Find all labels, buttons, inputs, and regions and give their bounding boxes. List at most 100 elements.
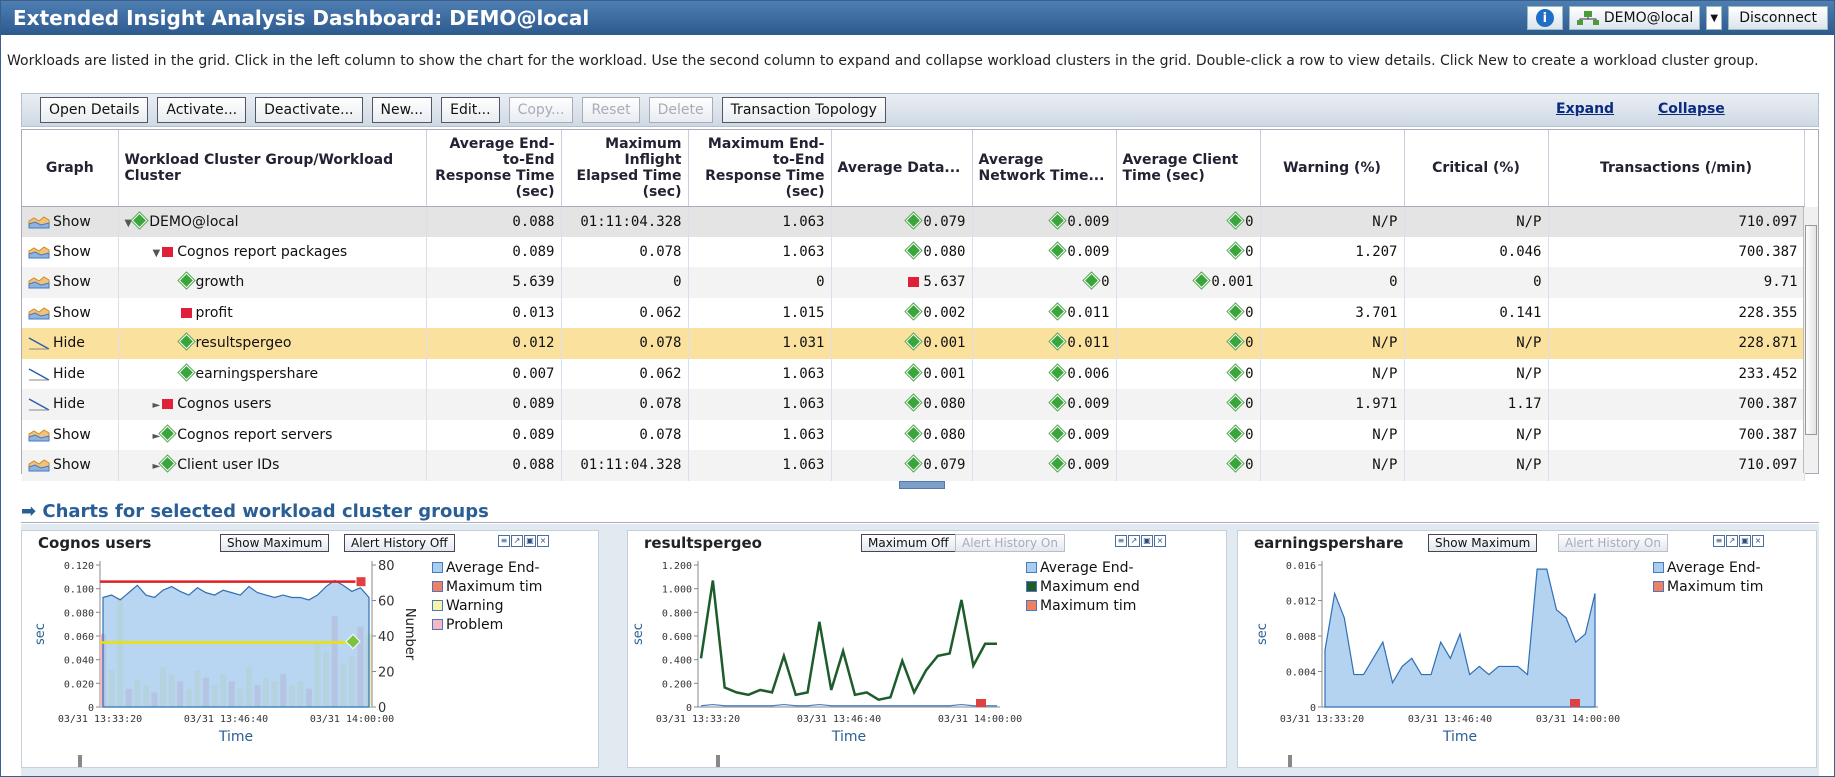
column-header-warning[interactable]: Warning (%) (1260, 130, 1405, 207)
avg-client-cell: 0 (1116, 328, 1261, 359)
workload-name-cell[interactable]: profit (118, 297, 427, 328)
avg-network-cell: 0.011 (972, 297, 1117, 328)
column-header-max-inflight[interactable]: Maximum Inflight Elapsed Time (sec) (561, 130, 689, 207)
reset-button[interactable]: Reset (582, 97, 640, 123)
table-row[interactable]: Show ▼ Cognos report packages 0.089 0.078 1.0… (22, 236, 1805, 267)
info-button[interactable]: i (1526, 6, 1563, 30)
table-row[interactable]: Hide ► Cognos users 0.089 0.078 1.063 0.080 0.0… (22, 389, 1805, 420)
expand-link[interactable]: Expand (1556, 101, 1614, 117)
scrollbar-thumb[interactable] (1805, 225, 1817, 435)
workload-name: resultspergeo (195, 335, 292, 352)
collapse-arrow-icon[interactable]: ▼ (153, 248, 161, 259)
max-e2e-cell: 0 (688, 267, 832, 298)
close-icon[interactable]: × (1154, 535, 1166, 547)
column-header-graph[interactable]: Graph (22, 130, 119, 207)
avg-network-cell: 0 (972, 267, 1117, 298)
panel-resize-grip[interactable] (1288, 755, 1292, 767)
column-header-critical[interactable]: Critical (%) (1404, 130, 1549, 207)
workload-name-cell[interactable]: ► Cognos users (118, 389, 427, 420)
popout-icon[interactable]: ↗ (1128, 535, 1140, 547)
popout-icon[interactable]: ↗ (1726, 535, 1738, 547)
pane-splitter-handle[interactable] (899, 481, 945, 489)
status-ok-icon (906, 333, 922, 350)
alert-history-button[interactable]: Alert History On (955, 534, 1065, 552)
max-e2e-cell: 1.063 (688, 419, 832, 450)
system-selector[interactable]: DEMO@local (1568, 6, 1701, 30)
activate-button[interactable]: Activate... (157, 97, 247, 123)
y-tick-label: 1.000 (662, 585, 692, 596)
critical-cell: 1.17 (1404, 389, 1549, 420)
close-icon[interactable]: × (537, 535, 549, 547)
properties-icon[interactable]: ≡ (1713, 535, 1725, 547)
workload-name-cell[interactable]: growth (118, 267, 427, 298)
column-header-workload[interactable]: Workload Cluster Group/Workload Cluster (118, 130, 427, 207)
workload-name-cell[interactable]: ► Cognos report servers (118, 419, 427, 450)
table-row[interactable]: Hide resultspergeo 0.012 0.078 1.031 0.001 0.0… (22, 328, 1805, 359)
column-header-avg-client[interactable]: Average Client Time (sec) (1116, 130, 1261, 207)
max-inflight-cell: 0.078 (561, 389, 689, 420)
expand-arrow-icon[interactable]: ► (153, 400, 161, 411)
maximize-icon[interactable]: ▣ (1739, 535, 1751, 547)
table-row[interactable]: Show profit 0.013 0.062 1.015 0.002 0.011 0 3.70… (22, 297, 1805, 328)
maximize-icon[interactable]: ▣ (1141, 535, 1153, 547)
collapse-link[interactable]: Collapse (1658, 101, 1725, 117)
column-header-transactions[interactable]: Transactions (/min) (1548, 130, 1805, 207)
graph-toggle-cell[interactable]: Hide (22, 328, 119, 359)
properties-icon[interactable]: ≡ (498, 535, 510, 547)
delete-button[interactable]: Delete (648, 97, 713, 123)
graph-toggle-cell[interactable]: Show (22, 236, 119, 267)
graph-toggle-cell[interactable]: Hide (22, 358, 119, 389)
workload-name-cell[interactable]: earningspershare (118, 358, 427, 389)
panel-resize-grip[interactable] (716, 755, 720, 767)
legend-swatch (1653, 562, 1664, 573)
graph-toggle-cell[interactable]: Show (22, 267, 119, 298)
open-details-button[interactable]: Open Details (40, 97, 149, 123)
workload-name-cell[interactable]: ▼ Cognos report packages (118, 236, 427, 267)
popout-icon[interactable]: ↗ (511, 535, 523, 547)
transaction-topology-button[interactable]: Transaction Topology (721, 97, 886, 123)
legend-item: Average End- (1026, 559, 1140, 578)
column-header-avg-e2e[interactable]: Average End-to-End Response Time (sec) (426, 130, 562, 207)
table-row[interactable]: Show ► Cognos report servers 0.089 0.078 1.06… (22, 419, 1805, 450)
y-axis-label: sec (1255, 623, 1270, 645)
table-row[interactable]: Show growth 5.639 0 0 5.637 0 0.001 0 0 9.71 (22, 267, 1805, 298)
table-row[interactable]: Show ► Client user IDs 0.088 01:11:04.328 1.0… (22, 450, 1805, 481)
status-ok-icon (906, 425, 922, 442)
graph-toggle-cell[interactable]: Show (22, 419, 119, 450)
avg-client-value: 0 (1245, 243, 1254, 260)
alert-history-button[interactable]: Alert History Off (344, 534, 455, 552)
workload-name-cell[interactable]: ▼ DEMO@local (118, 206, 427, 237)
close-icon[interactable]: × (1752, 535, 1764, 547)
status-ok-icon (1227, 364, 1244, 381)
collapse-arrow-icon[interactable]: ▼ (125, 218, 133, 229)
column-header-max-e2e[interactable]: Maximum End-to-End Response Time (sec) (688, 130, 832, 207)
edit-button[interactable]: Edit... (441, 97, 500, 123)
grid-scrollbar[interactable] (1803, 207, 1818, 473)
maximum-toggle-button[interactable]: Show Maximum (1428, 534, 1538, 552)
graph-toggle-cell[interactable]: Show (22, 206, 119, 237)
graph-toggle-cell[interactable]: Show (22, 297, 119, 328)
copy-button[interactable]: Copy... (508, 97, 574, 123)
y-tick-label: 0.016 (1286, 561, 1316, 572)
avg-e2e-cell: 0.012 (426, 328, 562, 359)
maximum-toggle-button[interactable]: Maximum Off (861, 534, 956, 552)
panel-resize-grip[interactable] (78, 755, 82, 767)
table-row[interactable]: Hide earningspershare 0.007 0.062 1.063 0.001… (22, 358, 1805, 389)
column-header-avg-data[interactable]: Average Data... (831, 130, 973, 207)
maximum-toggle-button[interactable]: Show Maximum (220, 534, 330, 552)
maximize-icon[interactable]: ▣ (524, 535, 536, 547)
alert-history-button[interactable]: Alert History On (1558, 534, 1668, 552)
workload-name-cell[interactable]: ► Client user IDs (118, 450, 427, 481)
graph-toggle-cell[interactable]: Show (22, 450, 119, 481)
y-tick-label: 0.012 (1286, 597, 1316, 608)
transactions-cell: 710.097 (1548, 206, 1805, 237)
disconnect-button[interactable]: Disconnect (1728, 6, 1828, 30)
deactivate-button[interactable]: Deactivate... (255, 97, 363, 123)
new-button[interactable]: New... (371, 97, 433, 123)
column-header-avg-network[interactable]: Average Network Time... (972, 130, 1117, 207)
graph-toggle-cell[interactable]: Hide (22, 389, 119, 420)
properties-icon[interactable]: ≡ (1115, 535, 1127, 547)
system-dropdown-button[interactable]: ▼ (1706, 6, 1723, 30)
table-row[interactable]: Show ▼ DEMO@local 0.088 01:11:04.328 1.063 0.0… (22, 206, 1805, 237)
workload-name-cell[interactable]: resultspergeo (118, 328, 427, 359)
